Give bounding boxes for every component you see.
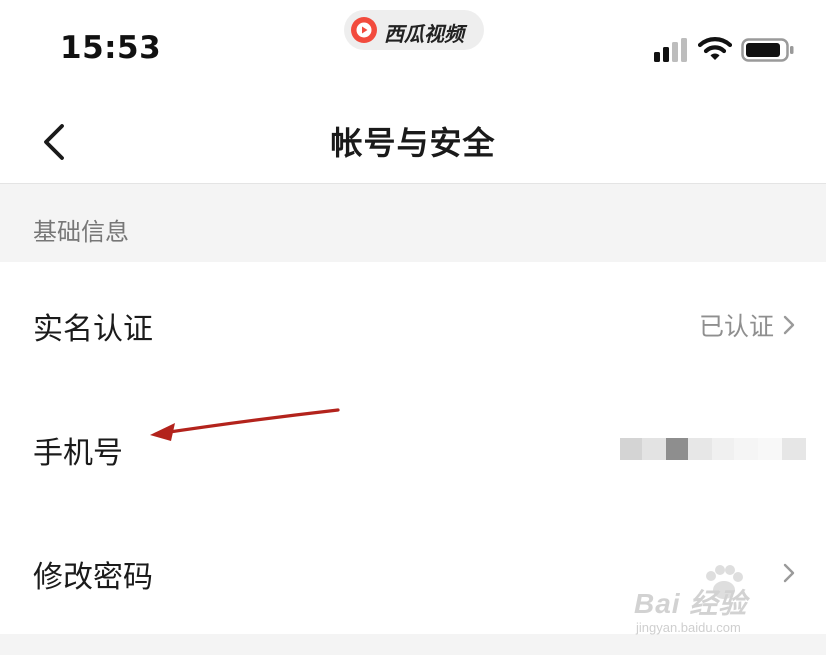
baidu-jingyan-watermark: Bai 经验 jingyan.baidu.com bbox=[628, 565, 798, 640]
nav-bar: 帐号与安全 bbox=[0, 96, 826, 184]
row-label: 手机号 bbox=[33, 436, 123, 471]
settings-row-real-name-verification[interactable]: 实名认证 已认证 bbox=[0, 262, 826, 386]
xigua-logo-icon bbox=[351, 17, 377, 43]
page-title: 帐号与安全 bbox=[330, 124, 496, 162]
section-header-label: 基础信息 bbox=[33, 218, 129, 246]
watermark-sub-text: jingyan.baidu.com bbox=[636, 620, 741, 635]
verification-status: 已认证 bbox=[698, 312, 774, 341]
status-time: 15:53 bbox=[60, 30, 162, 66]
battery-icon bbox=[741, 38, 794, 62]
row-label: 实名认证 bbox=[33, 312, 153, 347]
app-return-pill[interactable]: 西瓜视频 bbox=[344, 10, 484, 50]
chevron-right-icon bbox=[783, 315, 795, 335]
wifi-icon bbox=[698, 37, 732, 60]
signal-bars-icon bbox=[654, 38, 687, 62]
watermark-main-text: Bai 经验 bbox=[634, 588, 748, 619]
row-label: 修改密码 bbox=[33, 560, 153, 595]
section-header-basic-info: 基础信息 bbox=[0, 184, 826, 262]
app-name: 西瓜视频 bbox=[384, 22, 464, 46]
status-bar: 15:53 西瓜视频 bbox=[0, 0, 826, 96]
phone-number-masked bbox=[620, 438, 806, 460]
